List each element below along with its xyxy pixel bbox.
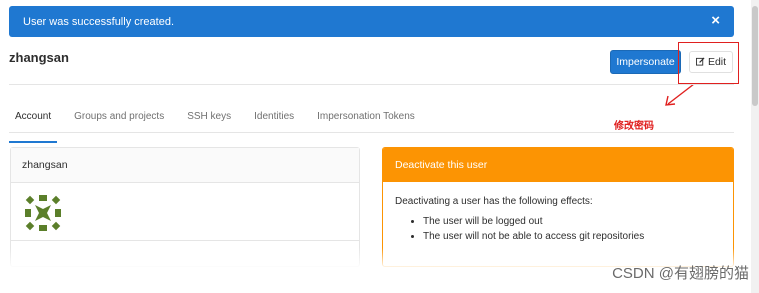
watermark: CSDN @有翅膀的猫 [612,265,749,282]
flash-alert: User was successfully created. × [9,6,734,37]
annotation-label: 修改密码 [614,121,654,132]
deactivate-effects-list: The user will be logged out The user wil… [395,216,721,242]
tab-identities[interactable]: Identities [248,111,300,133]
profile-card-separator [11,240,359,241]
deactivate-card-title: Deactivate this user [383,148,733,182]
header-divider [9,84,734,85]
annotation-highlight-box [678,42,739,84]
deactivate-intro: Deactivating a user has the following ef… [395,196,593,207]
list-item: The user will be logged out [423,216,721,227]
user-tabs: Account Groups and projects SSH keys Ide… [9,111,432,143]
tab-account[interactable]: Account [9,111,58,143]
page-title: zhangsan [9,50,69,65]
tab-ssh-keys[interactable]: SSH keys [181,111,237,133]
impersonate-button[interactable]: Impersonate [610,50,681,74]
identicon-avatar-icon [23,193,63,238]
page-scrollbar[interactable] [751,0,759,293]
tab-groups-and-projects[interactable]: Groups and projects [68,111,170,133]
profile-card-title: zhangsan [11,148,359,183]
close-icon[interactable]: × [711,12,720,29]
scrollbar-thumb[interactable] [752,6,758,106]
list-item: The user will not be able to access git … [423,231,721,242]
tab-impersonation-tokens[interactable]: Impersonation Tokens [311,111,421,133]
tabs-divider [9,132,734,133]
flash-message: User was successfully created. [23,16,174,28]
